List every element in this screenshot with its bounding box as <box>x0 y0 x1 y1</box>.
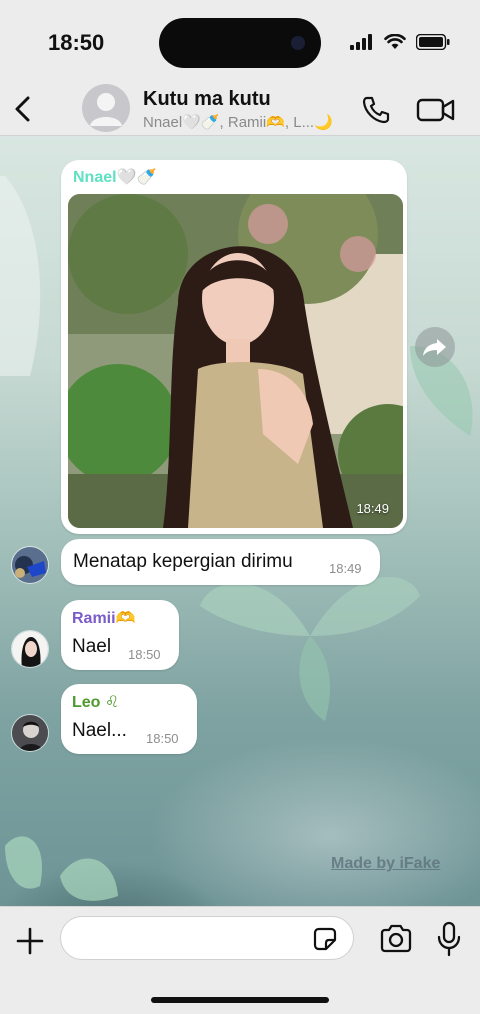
text-message[interactable]: Ramii🫶 Nael 18:50 <box>61 600 179 670</box>
video-icon[interactable] <box>416 95 456 125</box>
message-time: 18:49 <box>356 501 389 516</box>
chat-subtitle[interactable]: Nnael🤍🍼, Ramii🫶, L...🌙 <box>143 113 353 131</box>
dynamic-island <box>159 18 321 68</box>
status-time: 18:50 <box>48 30 105 55</box>
avatar[interactable] <box>11 714 49 752</box>
home-indicator[interactable] <box>151 997 329 1003</box>
image-message[interactable]: Nnael🤍🍼 18:49 <box>61 160 407 534</box>
text-message[interactable]: Leo ♌ Nael... 18:50 <box>61 684 197 754</box>
leaf-decoration <box>0 176 41 376</box>
photo[interactable]: 18:49 <box>68 194 403 528</box>
mic-icon[interactable] <box>436 921 462 957</box>
message-text: Nael... <box>72 720 127 741</box>
chat-header: Kutu ma kutu Nnael🤍🍼, Ramii🫶, L...🌙 <box>0 82 480 136</box>
battery-icon <box>416 34 450 50</box>
sticker-icon[interactable] <box>311 925 339 953</box>
plus-icon[interactable] <box>14 925 46 957</box>
input-bar <box>0 906 480 1014</box>
camera-icon[interactable] <box>379 923 413 955</box>
sender-name: Leo ♌ <box>72 694 120 711</box>
wifi-icon <box>384 34 406 49</box>
message-text: Nael <box>72 636 112 657</box>
group-avatar-icon[interactable] <box>82 84 130 132</box>
avatar[interactable] <box>11 630 49 668</box>
message-input[interactable] <box>60 916 354 960</box>
forward-icon[interactable] <box>415 327 455 367</box>
message-time: 18:49 <box>329 561 362 576</box>
status-bar: 18:50 <box>0 0 480 82</box>
sender-name: Ramii🫶 <box>72 610 136 627</box>
message-time: 18:50 <box>128 647 161 662</box>
back-icon[interactable] <box>8 90 40 128</box>
avatar[interactable] <box>11 546 49 584</box>
message-time: 18:50 <box>146 731 179 746</box>
sender-name: Nnael🤍🍼 <box>73 169 157 186</box>
message-text: Menatap kepergian dirimu <box>73 551 293 572</box>
chat-title[interactable]: Kutu ma kutu <box>143 88 271 111</box>
leaf-decoration <box>5 836 118 901</box>
signal-icon <box>350 34 372 50</box>
watermark: Made by iFake <box>331 855 441 872</box>
phone-icon[interactable] <box>360 94 392 126</box>
text-message[interactable]: Menatap kepergian dirimu 18:49 <box>61 539 380 585</box>
status-icons <box>350 34 450 50</box>
